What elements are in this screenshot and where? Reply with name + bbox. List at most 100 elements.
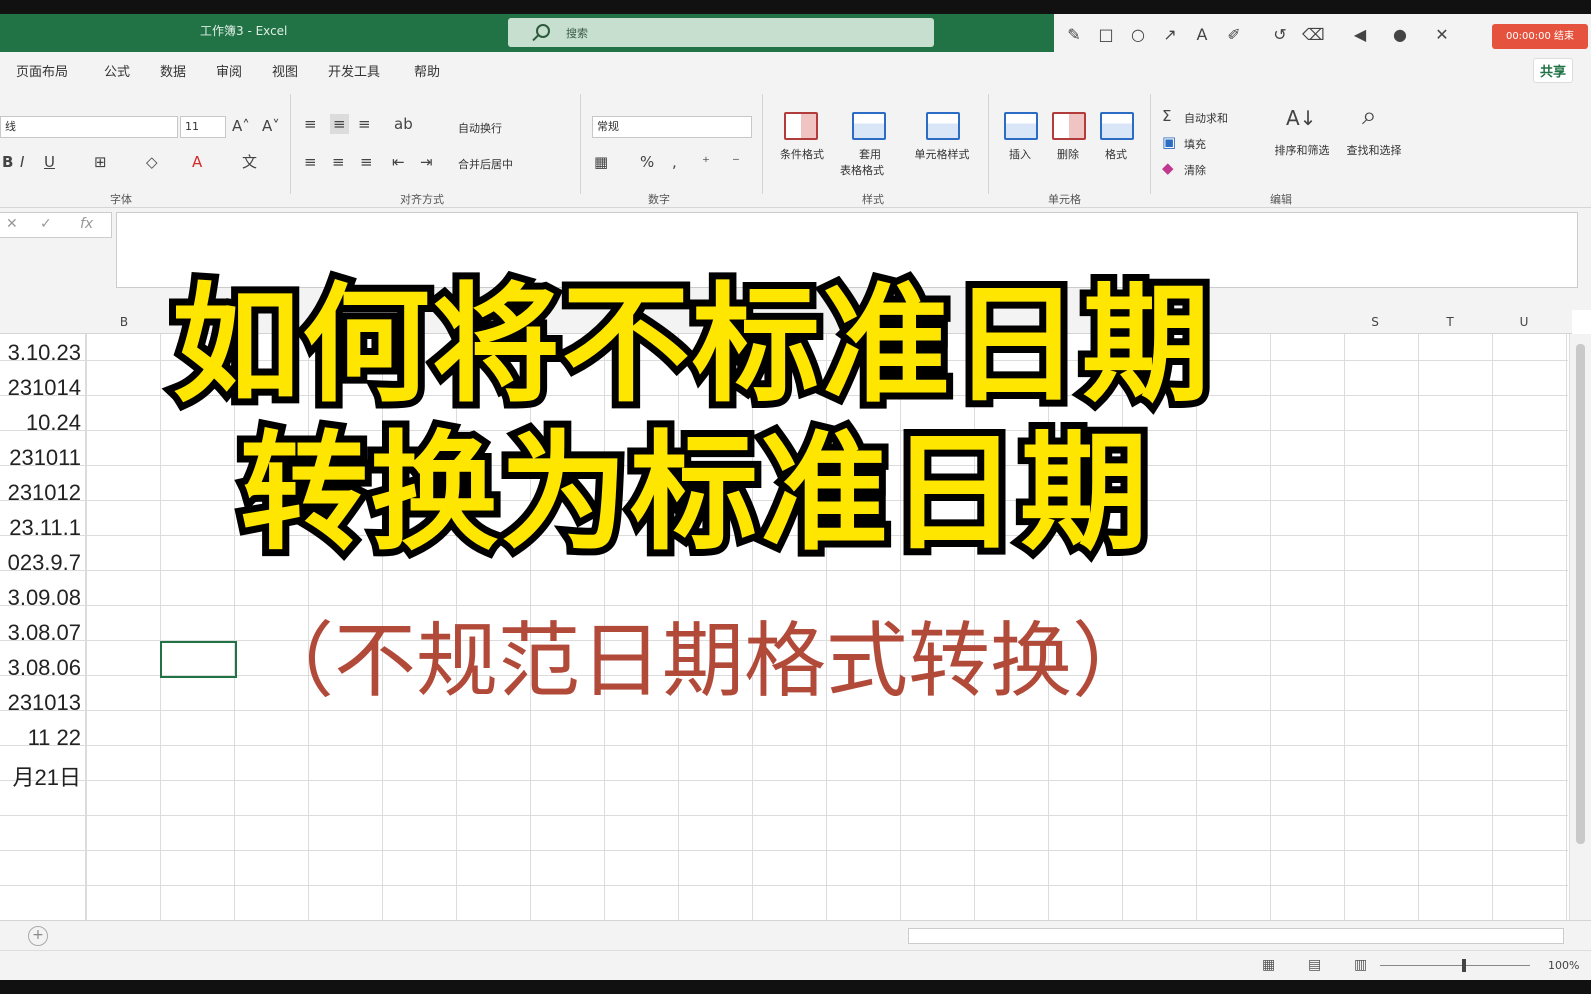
decrease-font-icon[interactable]: A˅ [262, 116, 280, 136]
horizontal-scrollbar[interactable] [908, 928, 1564, 944]
align-middle-icon[interactable]: ≡ [330, 114, 349, 134]
column-header-t[interactable]: T [1440, 315, 1460, 329]
sort-filter-icon[interactable]: A↓ [1286, 108, 1316, 128]
font-size-box[interactable]: 11 [180, 116, 226, 138]
number-format-box[interactable]: 常规 [592, 116, 752, 138]
selected-cell[interactable] [160, 641, 237, 678]
menu-data[interactable]: 数据 [160, 61, 186, 80]
column-header-u[interactable]: U [1514, 315, 1534, 329]
cell-a7[interactable]: 023.9.7 [0, 550, 85, 576]
fill-color-icon[interactable]: ◇ [146, 152, 158, 172]
autosum-button[interactable]: 自动求和 [1184, 110, 1228, 126]
merge-center-button[interactable]: 合并后居中 [458, 156, 513, 172]
align-top-icon[interactable]: ≡ [304, 114, 317, 134]
share-button[interactable]: 共享 [1532, 58, 1573, 83]
bold-icon[interactable]: B [2, 152, 13, 172]
align-left-icon[interactable]: ≡ [304, 152, 317, 172]
decrease-decimal-icon[interactable]: ⁻ [732, 152, 740, 172]
vertical-scrollbar[interactable] [1569, 334, 1591, 920]
cell-a11[interactable]: 231013 [0, 690, 85, 716]
stop-recording-button[interactable]: 00:00:00 结束 [1492, 24, 1588, 49]
speaker-icon[interactable]: ◀ [1350, 25, 1370, 45]
format-cells-button[interactable]: 格式 [1076, 148, 1156, 162]
format-cells-icon[interactable] [1100, 112, 1134, 140]
undo-icon[interactable]: ↺ [1270, 25, 1290, 45]
cell-a12[interactable]: 11 22 [0, 725, 85, 751]
cell-styles-icon[interactable] [926, 112, 960, 140]
autosum-icon[interactable]: Σ [1162, 106, 1171, 126]
cell-a9[interactable]: 3.08.07 [0, 620, 85, 646]
increase-decimal-icon[interactable]: ⁺ [702, 152, 710, 172]
insert-cells-icon[interactable] [1004, 112, 1038, 140]
menu-review[interactable]: 审阅 [216, 61, 242, 80]
sort-filter-button[interactable]: 排序和筛选 [1262, 144, 1342, 158]
align-right-icon[interactable]: ≡ [360, 152, 373, 172]
increase-indent-icon[interactable]: ⇥ [420, 152, 433, 172]
cancel-icon[interactable]: ✕ [6, 216, 18, 232]
table-format-icon[interactable] [852, 112, 886, 140]
close-icon[interactable]: ✕ [1432, 25, 1452, 45]
cell-a13[interactable]: 月21日 [0, 760, 85, 792]
page-break-view-icon[interactable]: ▥ [1354, 957, 1367, 973]
cell-a8[interactable]: 3.09.08 [0, 585, 85, 611]
cell-a5[interactable]: 231012 [0, 480, 85, 506]
menu-view[interactable]: 视图 [272, 61, 298, 80]
comma-icon[interactable]: , [672, 152, 677, 172]
cell-styles-button[interactable]: 单元格样式 [902, 148, 982, 162]
italic-icon[interactable]: I [20, 152, 24, 172]
clear-button[interactable]: 清除 [1184, 162, 1206, 178]
arrow-icon[interactable]: ↗ [1160, 25, 1180, 45]
text-icon[interactable]: A [1192, 25, 1212, 45]
phonetic-icon[interactable]: 文 [242, 152, 257, 172]
normal-view-icon[interactable]: ▦ [1262, 957, 1275, 973]
cell-a1[interactable]: 3.10.23 [0, 340, 85, 366]
zoom-slider[interactable] [1380, 965, 1530, 966]
cell-a4[interactable]: 231011 [0, 445, 85, 471]
circle-icon[interactable]: ○ [1128, 25, 1148, 45]
insert-function-icon[interactable]: fx [80, 216, 93, 232]
add-sheet-icon[interactable]: + [28, 926, 48, 946]
align-center-icon[interactable]: ≡ [332, 152, 345, 172]
conditional-format-icon[interactable] [784, 112, 818, 140]
orientation-icon[interactable]: ab [394, 114, 413, 134]
eraser-icon[interactable]: ◆ [1162, 158, 1174, 178]
align-bottom-icon[interactable]: ≡ [358, 114, 371, 134]
menu-formulas[interactable]: 公式 [104, 61, 130, 80]
find-select-icon[interactable]: ⌕ [1362, 103, 1377, 129]
search-box[interactable]: 搜索 [508, 18, 934, 47]
percent-icon[interactable]: % [640, 152, 654, 172]
wrap-text-button[interactable]: 自动换行 [458, 120, 502, 136]
highlighter-icon[interactable]: ✐ [1224, 25, 1244, 45]
menu-bar: 页面布局 公式 数据 审阅 视图 开发工具 帮助 [0, 52, 1591, 86]
enter-icon[interactable]: ✓ [40, 216, 52, 232]
table-format-line1[interactable]: 套用 [830, 148, 910, 162]
scroll-thumb[interactable] [1576, 344, 1585, 844]
column-header-s[interactable]: S [1365, 315, 1385, 329]
cell-a3[interactable]: 10.24 [0, 410, 85, 436]
menu-help[interactable]: 帮助 [414, 61, 440, 80]
cell-a2[interactable]: 231014 [0, 375, 85, 401]
fill-button[interactable]: 填充 [1184, 136, 1206, 152]
currency-icon[interactable]: ▦ [594, 152, 608, 172]
decrease-indent-icon[interactable]: ⇤ [392, 152, 405, 172]
font-color-icon[interactable]: A [192, 152, 202, 172]
menu-page-layout[interactable]: 页面布局 [16, 61, 68, 80]
table-format-line2[interactable]: 表格格式 [822, 164, 902, 178]
trash-icon[interactable]: ⌫ [1302, 25, 1325, 45]
find-select-button[interactable]: 查找和选择 [1334, 144, 1414, 158]
column-header-b[interactable]: B [114, 315, 134, 329]
menu-developer[interactable]: 开发工具 [328, 61, 380, 80]
page-layout-view-icon[interactable]: ▤ [1308, 957, 1321, 973]
microphone-icon[interactable]: ● [1390, 25, 1410, 45]
zoom-slider-knob[interactable] [1462, 959, 1466, 972]
underline-icon[interactable]: U [44, 152, 55, 172]
pen-icon[interactable]: ✎ [1064, 25, 1084, 45]
border-icon[interactable]: ⊞ [94, 152, 107, 172]
rectangle-icon[interactable]: □ [1096, 25, 1116, 45]
increase-font-icon[interactable]: A˄ [232, 116, 250, 136]
delete-cells-icon[interactable] [1052, 112, 1086, 140]
cell-a10[interactable]: 3.08.06 [0, 655, 85, 681]
fill-icon[interactable]: ▣ [1162, 132, 1176, 152]
cell-a6[interactable]: 23.11.1 [0, 515, 85, 541]
font-name-box[interactable]: 线 [0, 116, 178, 138]
